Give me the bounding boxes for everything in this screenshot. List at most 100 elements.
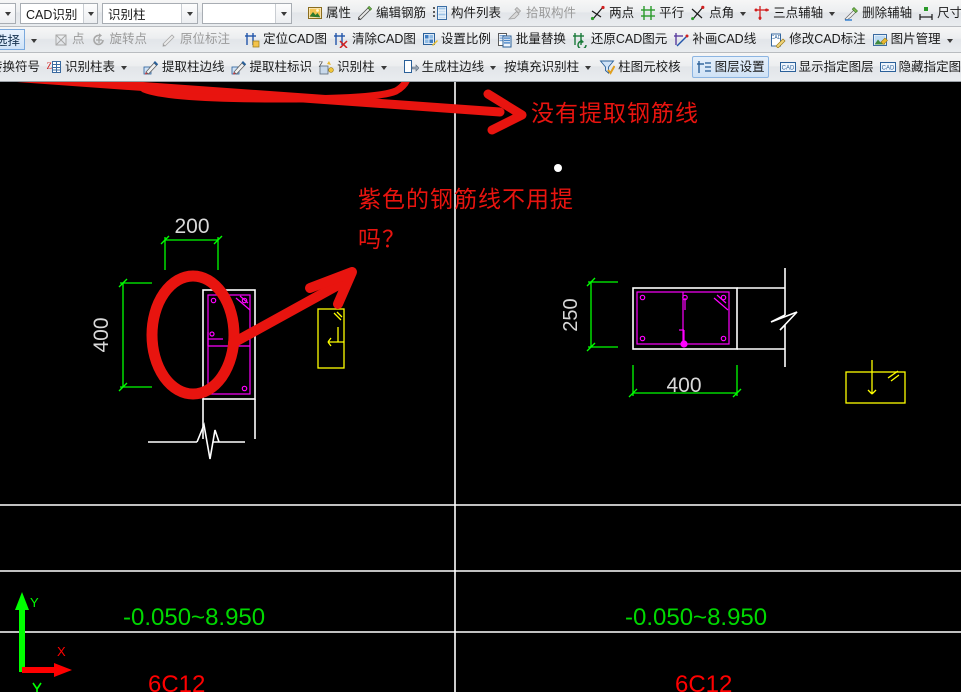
point-angle-button[interactable]: 点角 [687,2,751,24]
generate-column-edge-icon [403,59,419,75]
module-combo-arrow[interactable] [0,3,15,23]
generate-column-edge-dropdown-arrow[interactable] [490,66,497,70]
toolbar-row-primary: CAD识别 识别柱 属性 编辑钢筋 构件列表 拾取构件 两点 平行 点角 三点辅… [0,0,961,27]
restore-cad-entity-button[interactable]: 还原CAD图元 [569,29,670,51]
component-list-button[interactable]: 构件列表 [429,2,504,24]
extract-column-edge-label: 提取柱边线 [162,59,225,74]
layer-settings-button[interactable]: 图层设置 [691,56,769,78]
markup-arrow-to-note-2 [228,267,357,348]
pick-component-label: 拾取构件 [526,5,577,20]
three-point-axis-button[interactable]: 三点辅轴 [751,2,840,24]
main-rebar-cell-left: 6C12 [148,671,206,692]
parallel-icon [640,5,656,21]
cad-recognition-combo[interactable]: CAD识别 [20,2,98,24]
image-manager-icon [872,32,888,48]
parallel-button[interactable]: 平行 [637,2,687,24]
show-specified-layer-label: 显示指定图层 [798,59,874,74]
supplement-cad-line-label: 补画CAD线 [692,32,757,47]
modify-cad-annotation-label: 修改CAD标注 [789,32,866,47]
two-point-icon [590,5,606,21]
markup-toolbar-highlight [132,82,410,103]
cad-recognition-combo-arrow[interactable] [83,3,97,23]
ucs-y-label: Y [30,595,39,610]
recognize-column-dropdown-arrow[interactable] [380,66,387,70]
delete-axis-button[interactable]: 删除辅轴 [840,2,915,24]
empty-combo-arrow[interactable] [275,3,291,23]
properties-button[interactable]: 属性 [304,2,354,24]
recognize-by-fill-button[interactable]: 按填充识别柱 [501,56,596,78]
svg-text:CAD: CAD [771,35,782,41]
right-column-outline [632,268,798,367]
image-manager-dropdown-arrow[interactable] [946,38,953,43]
layer-settings-label: 图层设置 [714,59,765,74]
locate-cad-button[interactable]: 定位CAD图 [241,29,330,51]
delete-axis-label: 删除辅轴 [862,5,913,20]
layer-settings-icon [696,59,712,75]
hide-specified-layer-button[interactable]: CAD 隐藏指定图层 [877,56,961,78]
svg-text:CAD: CAD [781,66,794,72]
convert-symbol-button[interactable]: Z 转换符号 [0,56,43,78]
restore-cad-icon [572,32,588,48]
rotate-point-button[interactable]: 旋转点 [88,29,151,51]
edit-rebar-button[interactable]: 编辑钢筋 [354,2,429,24]
point-icon [53,32,69,48]
recognize-column-icon: Z [318,59,334,75]
left-column-mark-box [317,308,345,369]
left-column-height-dim-text: 400 [90,317,113,352]
left-column-detail: 200 400 [90,215,345,460]
cad-drawing-canvas[interactable]: 200 400 250 400 没有提取钢筋线 紫色的钢筋线不用提 吗？ -0.… [0,82,961,692]
restore-cad-entity-label: 还原CAD图元 [590,32,668,47]
recognize-column-combo[interactable]: 识别柱 [102,2,198,24]
main-rebar-cell-right: 6C12 [675,671,733,692]
recognize-column-combo-arrow[interactable] [181,3,197,23]
recognize-column-combo-value: 识别柱 [108,7,146,22]
generate-column-edge-button[interactable]: 生成柱边线 [400,56,502,78]
inplace-annotation-button[interactable]: 原位标注 [158,29,233,51]
inplace-annotation-icon [161,32,177,48]
right-column-width-dim-text: 400 [666,374,701,397]
svg-text:Z: Z [47,61,53,71]
point-angle-dropdown-arrow[interactable] [740,12,747,16]
extract-column-mark-button[interactable]: 提取柱标识 [228,56,316,78]
two-point-label: 两点 [609,5,635,20]
recognize-column-table-icon: Z [46,59,62,75]
column-entity-check-button[interactable]: 柱图元校核 [596,56,684,78]
properties-label: 属性 [326,5,352,20]
show-specified-layer-button[interactable]: CAD 显示指定图层 [777,56,877,78]
image-manager-button[interactable]: 图片管理 [869,29,958,51]
clear-cad-button[interactable]: 清除CAD图 [330,29,419,51]
select-mode-dropdown[interactable] [25,29,42,51]
recognize-column-table-button[interactable]: Z 识别柱表 [43,56,132,78]
cad-layer-icon: CAD [779,59,796,75]
edit-rebar-label: 编辑钢筋 [376,5,427,20]
markup-ellipse-rebar [146,270,240,400]
clear-cad-label: 清除CAD图 [351,32,416,47]
pick-component-button[interactable]: 拾取构件 [504,2,579,24]
recognize-column-button[interactable]: Z 识别柱 [315,56,392,78]
right-column-mark-box [845,360,906,404]
point-angle-label: 点角 [709,5,735,20]
select-mode-label: 选择 [0,34,21,48]
extract-column-edge-button[interactable]: 提取柱边线 [140,56,228,78]
three-point-axis-dropdown-arrow[interactable] [829,12,836,16]
dimension-button[interactable]: 尺寸标注 [915,2,961,24]
recognize-by-fill-dropdown-arrow[interactable] [585,66,592,70]
extract-column-edge-icon [143,59,159,75]
module-combo[interactable] [0,2,16,24]
empty-combo[interactable] [202,2,292,24]
modify-cad-annotation-button[interactable]: CAD 修改CAD标注 [767,29,868,51]
locate-cad-label: 定位CAD图 [263,32,327,47]
two-point-button[interactable]: 两点 [587,2,637,24]
extract-column-mark-icon [231,59,247,75]
supplement-cad-line-button[interactable]: 补画CAD线 [670,29,759,51]
select-mode-button[interactable]: 选择 [0,29,26,50]
cad-drawing-svg: 200 400 250 400 [0,82,961,692]
set-scale-button[interactable]: 设置比例 [419,29,494,51]
point-button[interactable]: 点 [50,29,88,51]
recognize-column-table-dropdown-arrow[interactable] [121,66,128,70]
point-angle-icon [690,5,706,21]
left-column-width-dim-text: 200 [174,215,209,238]
batch-replace-button[interactable]: 批量替换 [494,29,569,51]
three-point-axis-icon [754,5,770,21]
pick-component-icon [507,5,523,21]
